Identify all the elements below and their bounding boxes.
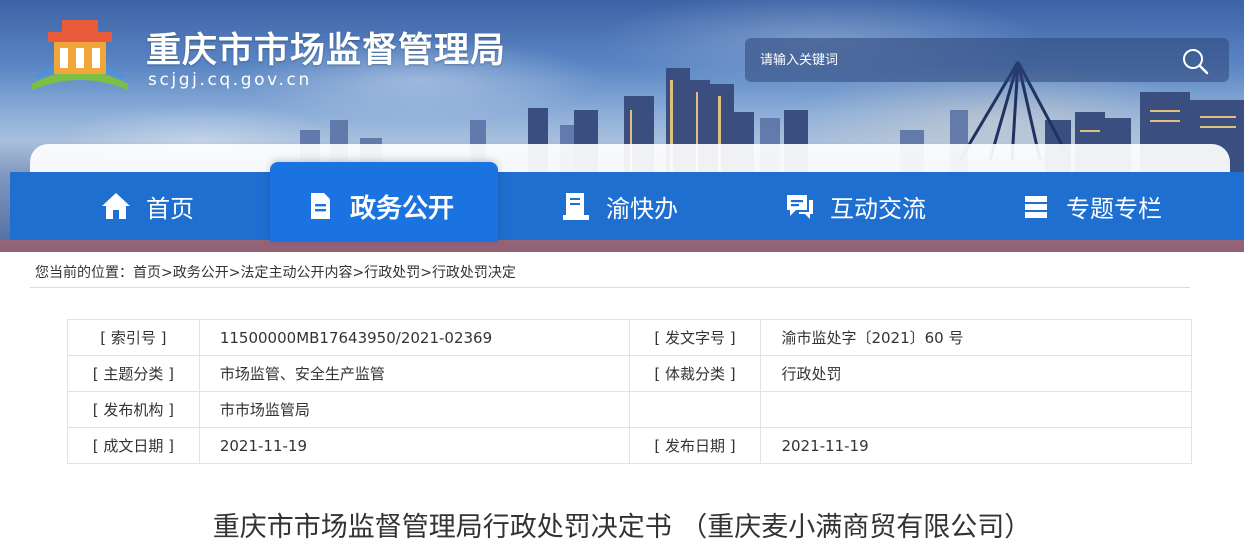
nav-label: 渝快办 <box>606 194 678 223</box>
breadcrumb-divider <box>30 287 1190 288</box>
table-row: [ 发布机构 ] 市市场监管局 <box>67 391 1192 428</box>
breadcrumb-separator: > <box>161 265 173 281</box>
genre-category-value: 行政处罚 <box>760 355 1192 392</box>
breadcrumb-link-penalty-decision[interactable]: 行政处罚决定 <box>432 265 516 281</box>
nav-label: 专题专栏 <box>1066 194 1162 223</box>
topic-category-label: [ 主题分类 ] <box>67 355 200 392</box>
publish-date-label: [ 发布日期 ] <box>628 427 762 464</box>
index-number-value: 11500000MB17643950/2021-02369 <box>198 319 630 356</box>
table-row: [ 成文日期 ] 2021-11-19 [ 发布日期 ] 2021-11-19 <box>67 427 1192 464</box>
site-domain: scjgj.cq.gov.cn <box>148 70 312 90</box>
nav-label: 互动交流 <box>830 194 926 223</box>
nav-label: 首页 <box>146 194 194 223</box>
nav-item-interaction[interactable]: 互动交流 <box>784 172 926 240</box>
breadcrumb-link-home[interactable]: 首页 <box>133 265 161 281</box>
breadcrumb-prefix: 您当前的位置： <box>35 265 133 281</box>
document-number-value: 渝市监处字〔2021〕60 号 <box>760 319 1192 356</box>
breadcrumb-separator: > <box>352 265 365 281</box>
document-icon <box>311 193 330 219</box>
nav-item-home[interactable]: 首页 <box>100 172 194 240</box>
publish-date-value: 2021-11-19 <box>760 427 1192 464</box>
breadcrumb-link-statutory-disclosure[interactable]: 法定主动公开内容 <box>240 265 352 281</box>
genre-category-label: [ 体裁分类 ] <box>628 355 762 392</box>
site-title: 重庆市市场监督管理局 <box>146 31 507 71</box>
issuing-organ-value: 市市场监管局 <box>198 391 630 428</box>
stack-icon <box>1025 196 1047 218</box>
breadcrumb-link-government-affairs[interactable]: 政务公开 <box>173 265 229 281</box>
bureau-logo <box>32 20 128 90</box>
chat-icon <box>787 195 813 219</box>
search-icon[interactable] <box>1180 46 1210 76</box>
empty-cell <box>760 391 1192 428</box>
breadcrumb-separator: > <box>420 265 432 281</box>
document-number-label: [ 发文字号 ] <box>628 319 762 356</box>
table-row: [ 主题分类 ] 市场监管、安全生产监管 [ 体裁分类 ] 行政处罚 <box>67 355 1192 392</box>
breadcrumb-link-administrative-penalty[interactable]: 行政处罚 <box>364 265 420 281</box>
book-icon <box>563 193 589 220</box>
search-input[interactable] <box>745 38 1175 82</box>
empty-cell <box>628 391 762 428</box>
issuing-organ-label: [ 发布机构 ] <box>67 391 200 428</box>
nav-label: 政务公开 <box>350 193 455 224</box>
created-date-label: [ 成文日期 ] <box>67 427 200 464</box>
nav-item-government-affairs[interactable]: 政务公开 <box>304 172 454 240</box>
document-title: 重庆市市场监督管理局行政处罚决定书 （重庆麦小满商贸有限公司） <box>212 512 1032 543</box>
breadcrumb-separator: > <box>228 265 241 281</box>
index-number-label: [ 索引号 ] <box>67 319 200 356</box>
nav-item-special-topics[interactable]: 专题专栏 <box>1020 172 1162 240</box>
nav-item-yukuaiban[interactable]: 渝快办 <box>560 172 678 240</box>
home-icon <box>102 193 130 219</box>
search-box <box>745 38 1229 82</box>
breadcrumb: 您当前的位置：首页>政务公开>法定主动公开内容>行政处罚>行政处罚决定 <box>35 262 516 282</box>
created-date-value: 2021-11-19 <box>198 427 630 464</box>
topic-category-value: 市场监管、安全生产监管 <box>198 355 630 392</box>
table-row: [ 索引号 ] 11500000MB17643950/2021-02369 [ … <box>67 319 1192 356</box>
document-metadata-table: [ 索引号 ] 11500000MB17643950/2021-02369 [ … <box>67 319 1192 464</box>
